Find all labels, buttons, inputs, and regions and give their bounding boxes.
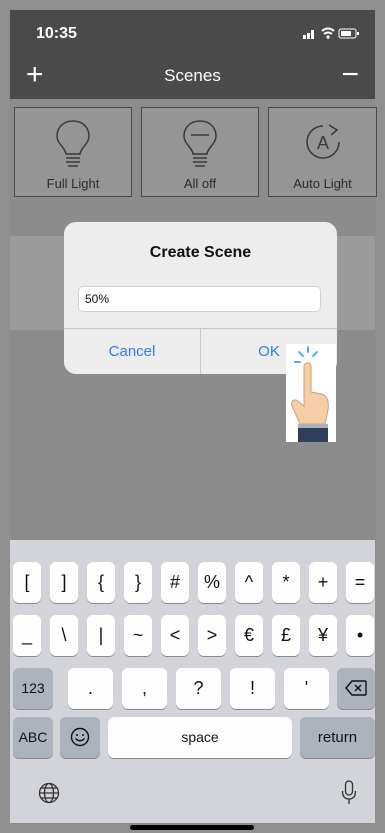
dialog-title: Create Scene [149,244,252,261]
cancel-button[interactable]: Cancel [64,329,200,374]
key-comma[interactable]: , [122,668,167,709]
lightbulb-icon [56,120,90,167]
nav-bar: + Scenes − [10,54,375,99]
key-greater-than[interactable]: > [198,615,226,656]
key-right-bracket[interactable]: ] [50,562,78,603]
key-question[interactable]: ? [176,668,221,709]
status-time: 10:35 [36,25,77,42]
key-percent[interactable]: % [198,562,226,603]
key-euro[interactable]: € [235,615,263,656]
home-indicator [130,825,254,830]
battery-icon [338,28,359,39]
key-underscore[interactable]: _ [13,615,41,656]
key-abc[interactable]: ABC [13,717,53,758]
key-left-bracket[interactable]: [ [13,562,41,603]
key-plus[interactable]: + [309,562,337,603]
page-title: Scenes [164,66,221,85]
key-apostrophe[interactable]: ' [284,668,329,709]
key-less-than[interactable]: < [161,615,189,656]
space-key[interactable]: space [108,717,292,758]
tap-hand-icon [286,344,336,442]
delete-key[interactable] [337,668,375,709]
key-backslash[interactable]: \ [50,615,78,656]
key-yen[interactable]: ¥ [309,615,337,656]
key-exclamation[interactable]: ! [230,668,275,709]
key-caret[interactable]: ^ [235,562,263,603]
return-key[interactable]: return [300,717,375,758]
scene-label: Auto Light [293,176,352,191]
key-tilde[interactable]: ~ [124,615,152,656]
status-bar: 10:35 [10,10,375,54]
scene-full-light[interactable]: Full Light [14,107,132,197]
status-icons [303,27,359,39]
key-period[interactable]: . [68,668,113,709]
globe-icon[interactable] [38,782,60,804]
key-left-brace[interactable]: { [87,562,115,603]
delete-icon [345,680,367,696]
signal-icon [303,30,314,39]
svg-text:A: A [316,133,328,153]
scene-all-off[interactable]: All off [141,107,259,197]
scene-label: Full Light [46,176,100,191]
key-right-brace[interactable]: } [124,562,152,603]
key-bullet[interactable]: • [346,615,374,656]
emoji-key[interactable] [60,717,100,758]
wifi-icon [321,27,335,39]
keyboard: [ ] { } # % ^ * + = _ \ | ~ < > € £ ¥ • … [10,540,375,823]
scene-name-input[interactable] [78,286,321,312]
key-pound[interactable]: £ [272,615,300,656]
auto-light-icon: A [305,124,340,159]
scene-label: All off [183,176,217,191]
emoji-icon [70,727,90,747]
key-equals[interactable]: = [346,562,374,603]
key-123[interactable]: 123 [13,668,53,709]
lightbulb-off-icon [183,120,217,167]
microphone-icon[interactable] [341,780,357,806]
scene-auto-light[interactable]: A Auto Light [268,107,377,197]
remove-scene-button[interactable]: − [341,58,359,92]
key-pipe[interactable]: | [87,615,115,656]
key-asterisk[interactable]: * [272,562,300,603]
key-hash[interactable]: # [161,562,189,603]
